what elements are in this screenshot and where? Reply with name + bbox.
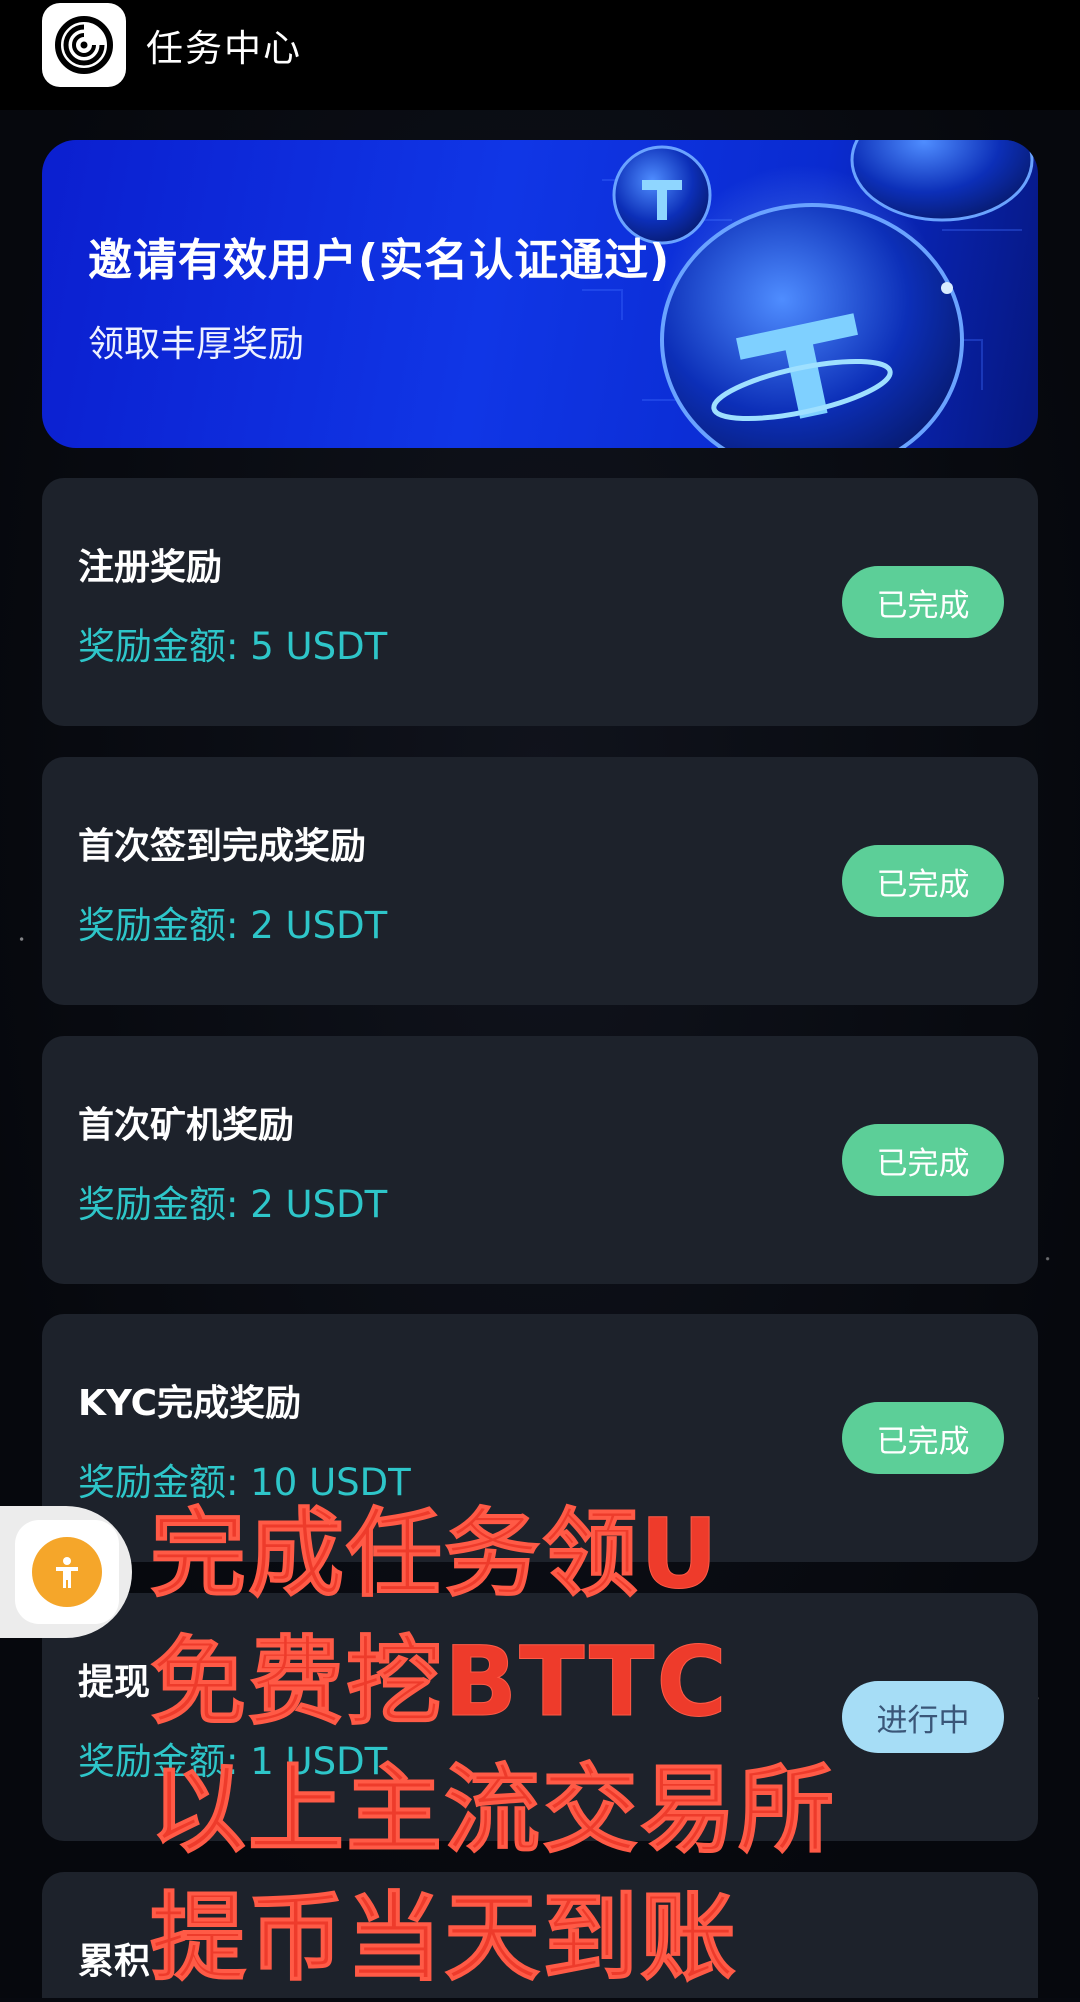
- status-badge-completed[interactable]: 已完成: [842, 1402, 1004, 1474]
- page-title: 任务中心: [146, 27, 302, 70]
- floating-button-inner: [15, 1520, 119, 1624]
- task-title: 累积: [78, 1941, 151, 1982]
- header-bar: 任务中心: [0, 0, 1080, 110]
- task-title: KYC完成奖励: [78, 1383, 302, 1424]
- banner-title: 邀请有效用户(实名认证通过): [88, 235, 671, 286]
- task-reward: 奖励金额: 5 USDT: [78, 625, 388, 668]
- task-reward: 奖励金额: 2 USDT: [78, 904, 388, 947]
- task-reward: 奖励金额: 2 USDT: [78, 1183, 388, 1226]
- task-title: 注册奖励: [78, 547, 223, 588]
- promo-line: 完成任务领U: [150, 1498, 720, 1611]
- banner-subtitle: 领取丰厚奖励: [88, 324, 305, 365]
- status-badge-in-progress[interactable]: 进行中: [842, 1681, 1004, 1753]
- task-card[interactable]: 首次矿机奖励 奖励金额: 2 USDT 已完成: [42, 1036, 1038, 1284]
- coin-art-illustration: [582, 140, 1034, 448]
- promo-line: 提币当天到账: [150, 1882, 738, 1995]
- task-title: 首次签到完成奖励: [78, 826, 367, 867]
- status-badge-completed[interactable]: 已完成: [842, 566, 1004, 638]
- floating-accessibility-button[interactable]: [0, 1506, 132, 1638]
- status-badge-completed[interactable]: 已完成: [842, 1124, 1004, 1196]
- task-title: 提现: [78, 1662, 151, 1703]
- task-title: 首次矿机奖励: [78, 1105, 295, 1146]
- promo-overlay-text: 完成任务领U 免费挖BTTC 以上主流交易所 提币当天到账: [150, 1490, 836, 2002]
- invite-banner[interactable]: 邀请有效用户(实名认证通过) 领取丰厚奖励: [42, 140, 1038, 448]
- promo-line: 以上主流交易所: [150, 1754, 836, 1867]
- app-logo-icon[interactable]: [42, 3, 126, 87]
- task-card[interactable]: 首次签到完成奖励 奖励金额: 2 USDT 已完成: [42, 757, 1038, 1005]
- status-badge-completed[interactable]: 已完成: [842, 845, 1004, 917]
- promo-line: 免费挖BTTC: [150, 1626, 729, 1739]
- accessibility-icon: [32, 1537, 102, 1607]
- task-card[interactable]: 注册奖励 奖励金额: 5 USDT 已完成: [42, 478, 1038, 726]
